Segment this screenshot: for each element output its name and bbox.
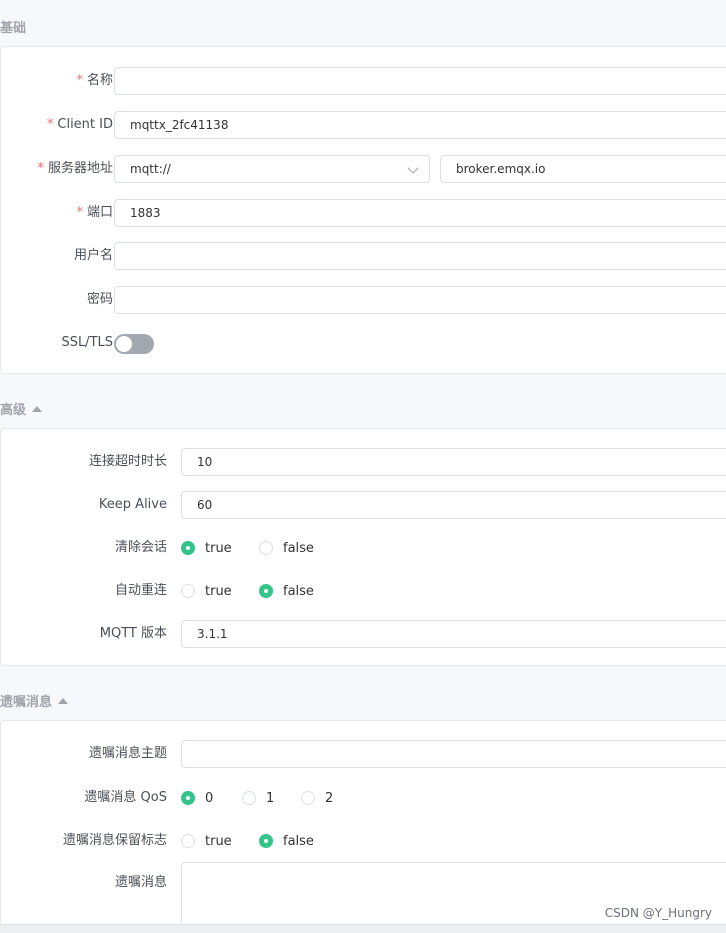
ssl-row: SSL/TLS: [1, 329, 726, 357]
port-input[interactable]: 1883: [114, 199, 726, 227]
radio-unchecked-icon: [181, 834, 195, 848]
radio-unchecked-icon: [301, 791, 315, 805]
ssl-toggle[interactable]: [114, 334, 154, 354]
will-retain-label: 遗嘱消息保留标志: [62, 833, 167, 848]
will-qos-2-radio[interactable]: 2: [301, 784, 333, 812]
will-topic-input[interactable]: [181, 740, 726, 768]
host-label: * 服务器地址: [37, 161, 113, 176]
clean-session-row: 清除会话 true false: [1, 534, 726, 562]
radio-unchecked-icon: [181, 584, 195, 598]
radio-checked-icon: [259, 834, 273, 848]
will-topic-row: 遗嘱消息主题: [1, 740, 726, 768]
will-qos-0-radio[interactable]: 0: [181, 784, 213, 812]
radio-checked-icon: [259, 584, 273, 598]
clean-session-true-radio[interactable]: true: [181, 534, 232, 562]
section-title-basic: 基础: [0, 21, 27, 36]
will-payload-label: 遗嘱消息: [114, 875, 167, 890]
caret-up-icon: [58, 697, 69, 704]
bottom-bar: [0, 924, 726, 933]
protocol-value: mqtt://: [130, 162, 171, 176]
toggle-knob: [116, 336, 132, 352]
ssl-label: SSL/TLS: [61, 335, 113, 350]
will-retain-true-radio[interactable]: true: [181, 827, 232, 855]
connect-timeout-row: 连接超时时长 10: [1, 448, 726, 476]
radio-checked-icon: [181, 791, 195, 805]
radio-unchecked-icon: [259, 541, 273, 555]
client-id-row: * Client ID mqttx_2fc41138: [1, 111, 726, 139]
client-id-label: * Client ID: [46, 117, 113, 132]
keep-alive-label: Keep Alive: [98, 497, 167, 512]
password-label: 密码: [86, 292, 113, 307]
protocol-select[interactable]: mqtt://: [114, 155, 430, 183]
watermark: CSDN @Y_Hungry: [604, 906, 712, 920]
will-retain-false-radio[interactable]: false: [259, 827, 314, 855]
port-label: * 端口: [76, 205, 113, 220]
keep-alive-row: Keep Alive 60: [1, 491, 726, 519]
port-row: * 端口 1883: [1, 199, 726, 227]
username-row: 用户名: [1, 242, 726, 270]
caret-up-icon: [32, 405, 43, 412]
name-row: * 名称: [1, 67, 726, 95]
clean-session-label: 清除会话: [114, 540, 167, 555]
advanced-card: 连接超时时长 10 Keep Alive 60 清除会话 true false …: [0, 428, 726, 666]
will-retain-row: 遗嘱消息保留标志 true false: [1, 827, 726, 855]
radio-checked-icon: [181, 541, 195, 555]
keep-alive-input[interactable]: 60: [181, 491, 726, 519]
basic-card: * 名称 * Client ID mqttx_2fc41138 * 服务器地址 mqt…: [0, 46, 726, 374]
auto-reconnect-row: 自动重连 true false: [1, 577, 726, 605]
auto-reconnect-false-radio[interactable]: false: [259, 577, 314, 605]
clean-session-false-radio[interactable]: false: [259, 534, 314, 562]
will-qos-row: 遗嘱消息 QoS 0 1 2: [1, 784, 726, 812]
mqtt-version-select[interactable]: 3.1.1: [181, 620, 726, 648]
connect-timeout-input[interactable]: 10: [181, 448, 726, 476]
name-input[interactable]: [114, 67, 726, 95]
password-row: 密码: [1, 286, 726, 314]
will-qos-label: 遗嘱消息 QoS: [84, 790, 167, 805]
radio-unchecked-icon: [242, 791, 256, 805]
username-label: 用户名: [73, 248, 113, 263]
host-row: * 服务器地址 mqtt:// broker.emqx.io: [1, 155, 726, 183]
will-payload-textarea[interactable]: [181, 862, 726, 933]
section-title-advanced[interactable]: 高级: [0, 399, 43, 418]
connect-timeout-label: 连接超时时长: [88, 454, 167, 469]
chevron-down-icon: [407, 162, 419, 174]
will-qos-1-radio[interactable]: 1: [242, 784, 274, 812]
will-card: 遗嘱消息主题 遗嘱消息 QoS 0 1 2 遗嘱消息保留标志 true fals…: [0, 720, 726, 933]
username-input[interactable]: [114, 242, 726, 270]
auto-reconnect-label: 自动重连: [114, 583, 167, 598]
name-label: * 名称: [76, 73, 113, 88]
auto-reconnect-true-radio[interactable]: true: [181, 577, 232, 605]
password-input[interactable]: [114, 286, 726, 314]
section-title-will[interactable]: 遗嘱消息: [0, 691, 69, 710]
host-input[interactable]: broker.emqx.io: [440, 155, 726, 183]
will-topic-label: 遗嘱消息主题: [88, 746, 167, 761]
mqtt-version-label: MQTT 版本: [99, 626, 167, 641]
client-id-input[interactable]: mqttx_2fc41138: [114, 111, 726, 139]
mqtt-version-row: MQTT 版本 3.1.1: [1, 620, 726, 648]
